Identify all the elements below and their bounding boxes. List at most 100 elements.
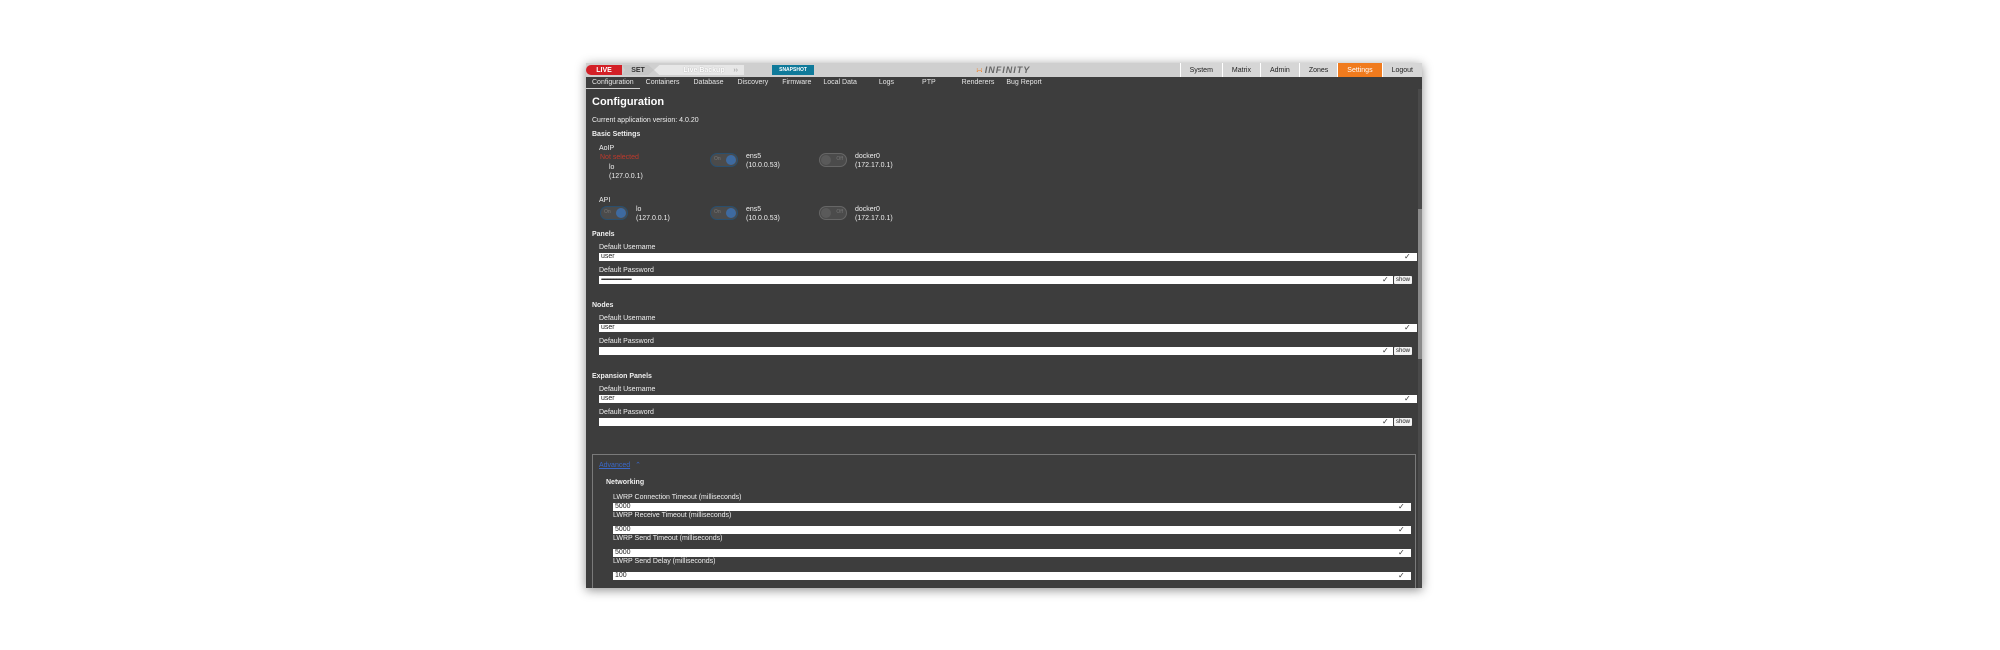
- expansion-username-input[interactable]: user: [599, 395, 1417, 403]
- nodes-password-label: Default Password: [599, 338, 654, 345]
- toggle-knob: [821, 208, 831, 218]
- lwrp-send-delay-label: LWRP Send Delay (milliseconds): [613, 558, 716, 565]
- nav-settings[interactable]: Settings: [1337, 63, 1382, 77]
- aoip-lo-ip: (127.0.0.1): [609, 173, 643, 180]
- lwrp-connection-timeout-input[interactable]: 5000: [613, 503, 1411, 511]
- expansion-show-password-button[interactable]: show: [1394, 418, 1412, 426]
- tab-discovery[interactable]: Discovery: [731, 77, 774, 88]
- panels-heading: Panels: [592, 231, 615, 238]
- api-lo-ip: (127.0.0.1): [636, 215, 670, 222]
- toggle-knob: [726, 208, 736, 218]
- api-docker0-ip: (172.17.0.1): [855, 215, 893, 222]
- lwrp-send-delay-input[interactable]: 100: [613, 572, 1411, 580]
- aoip-ens5-toggle[interactable]: On: [710, 153, 738, 167]
- panels-username-label: Default Username: [599, 244, 656, 251]
- tab-ptp[interactable]: PTP: [916, 77, 942, 88]
- check-icon: ✓: [1398, 502, 1405, 511]
- lwrp-send-timeout-label: LWRP Send Timeout (milliseconds): [613, 535, 723, 542]
- mode-live-backup-button[interactable]: Live Backup ››: [654, 65, 744, 75]
- expansion-password-input[interactable]: [599, 418, 1393, 426]
- nodes-heading: Nodes: [592, 302, 614, 309]
- nav-system[interactable]: System: [1179, 63, 1222, 77]
- chevron-right-icon: ››: [733, 66, 738, 74]
- lwrp-receive-timeout-label: LWRP Receive Timeout (milliseconds): [613, 512, 732, 519]
- check-icon: ✓: [1382, 417, 1389, 426]
- nav-zones[interactable]: Zones: [1298, 63, 1338, 77]
- aoip-docker0-name: docker0: [855, 153, 880, 160]
- mode-live-button[interactable]: LIVE: [586, 65, 622, 75]
- check-icon: ✓: [1398, 548, 1405, 557]
- scrollbar-thumb[interactable]: [1418, 209, 1422, 359]
- api-ens5-name: ens5: [746, 206, 762, 213]
- check-icon: ✓: [1398, 525, 1405, 534]
- expansion-panels-heading: Expansion Panels: [592, 373, 652, 380]
- tab-firmware[interactable]: Firmware: [776, 77, 817, 88]
- api-ens5-toggle[interactable]: On: [710, 206, 738, 220]
- lwrp-connection-timeout-label: LWRP Connection Timeout (milliseconds): [613, 494, 742, 501]
- live-backup-label: Live Backup: [683, 66, 725, 74]
- panels-show-password-button[interactable]: show: [1394, 276, 1412, 284]
- nodes-password-input[interactable]: [599, 347, 1393, 355]
- aoip-docker0-ip: (172.17.0.1): [855, 162, 893, 169]
- aoip-lo-name: lo: [609, 164, 615, 171]
- snapshot-button[interactable]: SNAPSHOT: [772, 65, 814, 75]
- aoip-warning: Not selected: [600, 154, 639, 161]
- aoip-label: AoIP: [599, 145, 615, 152]
- chevron-up-icon: ⌃: [635, 462, 641, 469]
- nodes-show-password-button[interactable]: show: [1394, 347, 1412, 355]
- api-docker0-toggle[interactable]: Off: [819, 206, 847, 220]
- page-title: Configuration: [592, 96, 665, 108]
- tab-bug-report[interactable]: Bug Report: [1000, 77, 1047, 88]
- tab-database[interactable]: Database: [688, 77, 730, 88]
- nav-admin[interactable]: Admin: [1259, 63, 1299, 77]
- nodes-username-input[interactable]: user: [599, 324, 1417, 332]
- expansion-username-label: Default Username: [599, 386, 656, 393]
- check-icon: ✓: [1404, 323, 1411, 332]
- logo-text: INFINITY: [984, 65, 1031, 75]
- toggle-knob: [616, 208, 626, 218]
- settings-subnav: Configuration Containers Database Discov…: [586, 77, 1422, 89]
- advanced-link[interactable]: Advanced: [599, 462, 630, 469]
- toggle-on-label: On: [714, 156, 721, 162]
- mode-set-button[interactable]: SET: [622, 65, 654, 75]
- check-icon: ✓: [1404, 252, 1411, 261]
- signal-arc-icon: ∺: [976, 65, 983, 75]
- basic-settings-heading: Basic Settings: [592, 131, 641, 138]
- top-bar: LIVE SET Live Backup ›› SNAPSHOT ∺ INFIN…: [586, 63, 1422, 77]
- aoip-ens5-ip: (10.0.0.53): [746, 162, 780, 169]
- check-icon: ✓: [1404, 394, 1411, 403]
- infinity-logo: ∺ INFINITY: [976, 65, 1030, 75]
- nodes-username-label: Default Username: [599, 315, 656, 322]
- tab-logs[interactable]: Logs: [873, 77, 900, 88]
- toggle-on-label: On: [604, 209, 611, 215]
- api-lo-toggle[interactable]: On: [600, 206, 628, 220]
- toggle-off-label: Off: [836, 156, 843, 162]
- networking-heading: Networking: [606, 479, 645, 486]
- toggle-off-label: Off: [836, 209, 843, 215]
- toggle-knob: [821, 155, 831, 165]
- advanced-toggle[interactable]: Advanced ⌃: [599, 461, 641, 469]
- configuration-page: Configuration Current application versio…: [586, 89, 1422, 588]
- aoip-ens5-name: ens5: [746, 153, 762, 160]
- api-label: API: [599, 197, 611, 204]
- check-icon: ✓: [1382, 346, 1389, 355]
- lwrp-send-timeout-input[interactable]: 5000: [613, 549, 1411, 557]
- tab-containers[interactable]: Containers: [640, 77, 686, 88]
- page-scrollbar[interactable]: [1418, 89, 1422, 588]
- lwrp-receive-timeout-input[interactable]: 5000: [613, 526, 1411, 534]
- panels-password-input[interactable]: ••••••••••••••••••••••••••••••••••••••••: [599, 276, 1393, 284]
- tab-local-data[interactable]: Local Data: [817, 77, 862, 88]
- aoip-docker0-toggle[interactable]: Off: [819, 153, 847, 167]
- toggle-on-label: On: [714, 209, 721, 215]
- nav-logout[interactable]: Logout: [1381, 63, 1422, 77]
- top-nav: System Matrix Admin Zones Settings Logou…: [1179, 63, 1422, 77]
- api-ens5-ip: (10.0.0.53): [746, 215, 780, 222]
- expansion-password-label: Default Password: [599, 409, 654, 416]
- tab-configuration[interactable]: Configuration: [586, 77, 640, 89]
- nav-matrix[interactable]: Matrix: [1221, 63, 1260, 77]
- tab-renderers[interactable]: Renderers: [956, 77, 1001, 88]
- panels-username-input[interactable]: user: [599, 253, 1417, 261]
- app-version: Current application version: 4.0.20: [592, 117, 699, 124]
- toggle-knob: [726, 155, 736, 165]
- check-icon: ✓: [1382, 275, 1389, 284]
